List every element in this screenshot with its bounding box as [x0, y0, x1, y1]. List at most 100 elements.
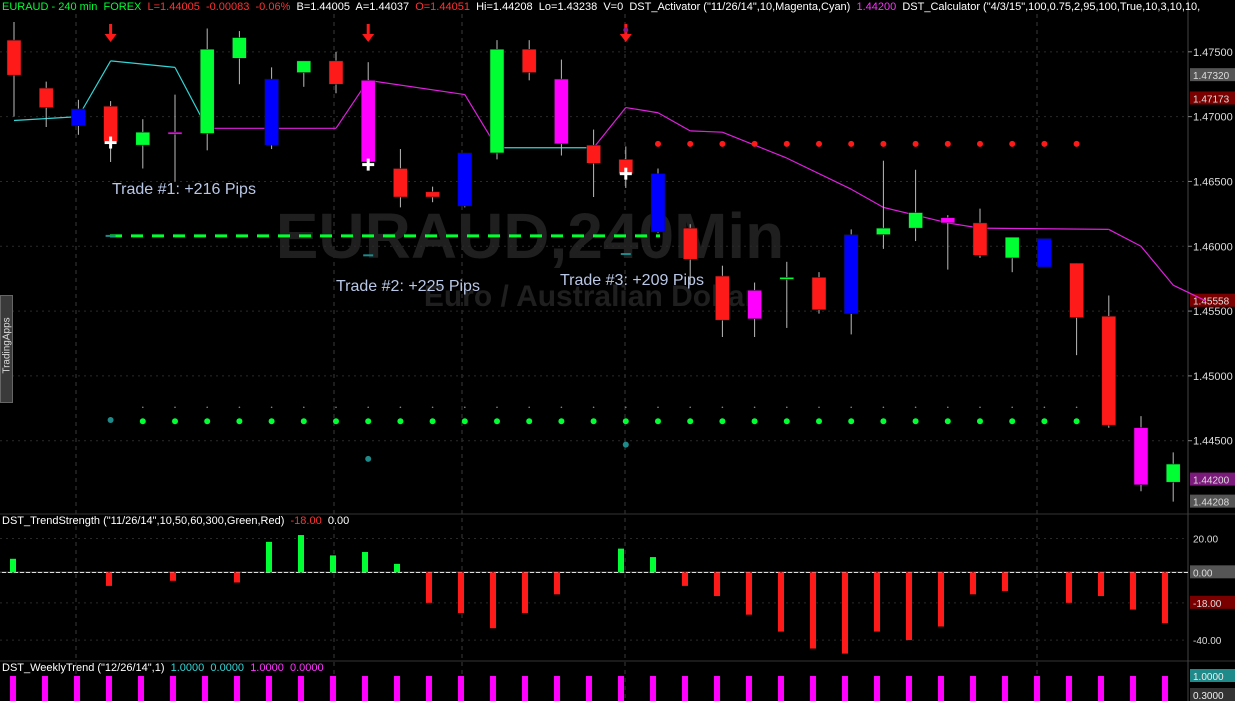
support-dot-green [526, 418, 533, 425]
activator-line-segment [368, 79, 465, 96]
candle-body [71, 108, 86, 126]
support-dot-faint [850, 406, 852, 409]
magenta-marker-dot [623, 27, 629, 33]
low-label: L=1.44005 [147, 1, 200, 13]
support-dot-faint [1011, 406, 1013, 409]
activator-line-segment [690, 130, 723, 133]
activator-line-segment [979, 227, 1109, 231]
support-dot-faint [560, 406, 563, 409]
stop-dot-red [848, 140, 855, 147]
volume-label: V=0 [603, 1, 624, 13]
weekly-trend-bar [778, 676, 784, 701]
support-dot-faint [270, 406, 273, 409]
support-dot-green [172, 418, 178, 425]
candle-body [1037, 238, 1052, 268]
support-dot-faint [947, 406, 949, 409]
trend-tick-label: -18.00 [1193, 599, 1222, 610]
support-dot-faint [882, 406, 885, 409]
exchange-label: FOREX [103, 1, 142, 13]
price-tick-label: 1.47500 [1193, 47, 1233, 59]
candle-body [489, 48, 505, 154]
candle-body [393, 168, 408, 198]
activator-line-segment [110, 60, 176, 68]
price-label-text: 1.47320 [1193, 71, 1230, 82]
trend-tick-label: 20.00 [1193, 534, 1218, 545]
candle-body [167, 131, 183, 135]
support-dot-faint [1043, 406, 1046, 409]
stop-dot-red [880, 140, 887, 147]
support-dot-green [494, 418, 500, 425]
stop-dot-red [655, 140, 661, 147]
candle-body [457, 152, 473, 207]
price-tick-label: 1.46500 [1193, 176, 1233, 188]
trend-strength-bar [970, 572, 976, 595]
weekly-trend-label: DST_WeeklyTrend ("12/26/14",1) [2, 662, 165, 674]
lo-label: Lo=1.43238 [538, 1, 598, 13]
tradingapps-tab-label: TradingApps [1, 317, 13, 374]
high-label: Hi=1.44208 [476, 1, 533, 13]
trend-strength-bar [426, 572, 432, 603]
weekly-trend-bar [970, 676, 976, 701]
weekly-tick-label: 0.3000 [1193, 691, 1224, 701]
stop-dot-red [1073, 140, 1080, 147]
activator-line-segment [1172, 284, 1206, 302]
trend-strength-v2: 0.00 [327, 515, 350, 527]
trend-strength-bar [458, 572, 464, 613]
support-dot-faint [367, 406, 370, 409]
teal-dot [622, 441, 629, 448]
support-dot-green [139, 418, 146, 425]
weekly-trend-bar [906, 676, 912, 701]
trend-strength-bar [1162, 572, 1168, 624]
support-dot-faint [979, 406, 981, 409]
weekly-trend-bar [362, 676, 368, 701]
support-dot-green [236, 418, 243, 425]
support-dot-green [944, 418, 951, 425]
trend-strength-header: DST_TrendStrength ("11/26/14",10,50,60,3… [2, 515, 349, 527]
candle-body [6, 39, 22, 76]
trend-strength-label: DST_TrendStrength ("11/26/14",10,50,60,3… [2, 515, 285, 527]
symbol-label: EURAUD - 240 min [2, 1, 98, 13]
weekly-trend-v2: 0.0000 [210, 662, 245, 674]
candle-body [843, 234, 859, 314]
candle-body [908, 212, 923, 229]
weekly-trend-bar [842, 676, 848, 701]
support-dot-green [429, 418, 436, 425]
trend-strength-bar [618, 548, 624, 573]
trend-tick-label: 0.00 [1193, 568, 1213, 579]
support-dot-green [912, 418, 919, 425]
price-label-text: 1.44200 [1193, 476, 1230, 487]
weekly-trend-bar [938, 676, 944, 701]
weekly-trend-bar [266, 676, 272, 701]
bid-label: B=1.44005 [296, 1, 351, 13]
weekly-trend-header: DST_WeeklyTrend ("12/26/14",1) 1.0000 0.… [2, 662, 324, 674]
trend-strength-bar [10, 558, 16, 573]
candle-body [103, 106, 118, 142]
weekly-trend-bar [170, 676, 176, 701]
activator-line-segment [625, 106, 659, 114]
weekly-trend-bar [1130, 676, 1136, 701]
stop-dot-red [1041, 140, 1048, 147]
tradingapps-side-tab[interactable]: TradingApps [0, 295, 13, 403]
support-dot-faint [206, 406, 208, 409]
candle-body [876, 227, 891, 235]
weekly-trend-bar [426, 676, 432, 701]
weekly-tick-label: 1.0000 [1193, 672, 1224, 683]
weekly-trend-bar [618, 676, 624, 701]
support-dot-faint [786, 406, 788, 409]
trade-annotation-2: Trade #2: +225 Pips [336, 278, 480, 295]
support-dot-faint [689, 406, 691, 409]
weekly-trend-v1: 1.0000 [170, 662, 205, 674]
support-dot-green [1073, 418, 1080, 425]
candle-body [425, 191, 440, 198]
trend-strength-bar [874, 572, 880, 632]
price-label-text: 1.47173 [1193, 94, 1230, 105]
candle-body [135, 131, 151, 146]
trend-strength-bar [906, 572, 912, 641]
trend-strength-bar [746, 572, 752, 615]
stop-dot-red [944, 140, 951, 147]
support-dot-faint [303, 406, 305, 409]
trend-strength-bar [170, 572, 176, 581]
candle-body [1004, 236, 1020, 259]
activator-line-segment [657, 112, 691, 132]
stop-dot-red [816, 140, 822, 147]
